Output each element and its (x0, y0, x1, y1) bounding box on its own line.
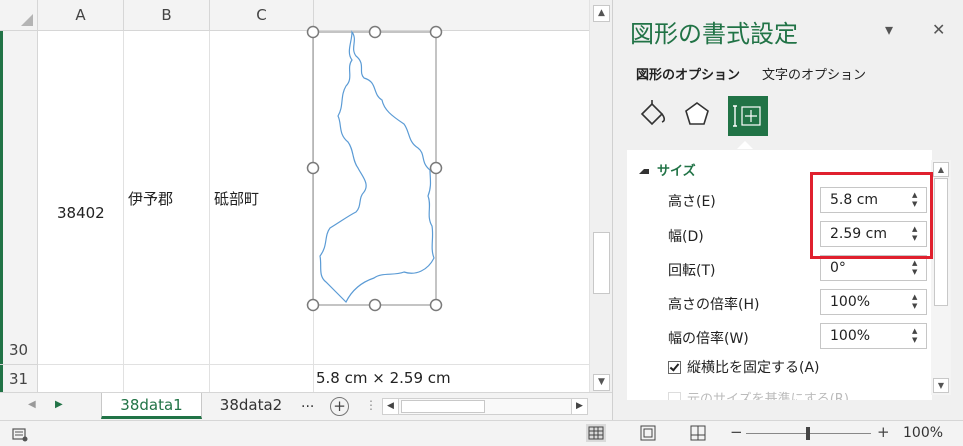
sheet-vertical-scrollbar[interactable]: ▲ ▼ (589, 0, 612, 392)
collapse-triangle-icon (639, 169, 649, 174)
size-properties-icon[interactable] (728, 96, 768, 136)
resize-handle[interactable] (429, 161, 443, 175)
page-layout-view-icon[interactable] (638, 424, 658, 442)
effects-pentagon-icon[interactable] (677, 96, 717, 136)
page-break-view-icon[interactable] (688, 424, 708, 442)
cell-code[interactable]: 38402 (57, 204, 105, 222)
tab-split-handle[interactable]: ⋮ (365, 398, 377, 412)
row-header-31[interactable]: 31 (0, 370, 38, 388)
macro-record-icon[interactable] (12, 426, 28, 442)
select-all-corner[interactable] (0, 0, 38, 31)
pane-title: 図形の書式設定 (630, 20, 798, 48)
zoom-level[interactable]: 100% (903, 425, 943, 441)
scroll-up-icon[interactable]: ▲ (593, 5, 610, 22)
sheet-tab-38data2[interactable]: 38data2 (202, 393, 300, 419)
pane-scroll-up-icon[interactable]: ▲ (933, 162, 949, 177)
resize-handle[interactable] (306, 25, 320, 39)
rotation-value[interactable]: 0° (830, 260, 846, 276)
width-scale-spinner[interactable]: 100% ▲ ▼ (820, 323, 927, 349)
spin-arrows-icon[interactable]: ▲ ▼ (912, 293, 920, 311)
scroll-left-icon[interactable]: ◀ (383, 399, 399, 414)
resize-handle[interactable] (429, 298, 443, 312)
map-outline (319, 30, 435, 304)
zoom-in-button[interactable]: + (877, 423, 890, 441)
checkbox-checked-icon[interactable] (668, 361, 681, 374)
scroll-down-icon[interactable]: ▼ (593, 374, 610, 391)
scroll-thumb[interactable] (593, 232, 610, 294)
highlight-annotation-box (810, 172, 933, 259)
section-size-header[interactable]: サイズ (639, 160, 696, 179)
resize-handle[interactable] (368, 25, 382, 39)
tab-text-options[interactable]: 文字のオプション (762, 64, 866, 83)
sheet-tab-38data1[interactable]: 38data1 (101, 393, 202, 419)
pane-scroll-down-icon[interactable]: ▼ (933, 378, 949, 393)
rotation-label: 回転(T) (668, 263, 716, 279)
resize-handle[interactable] (306, 298, 320, 312)
sheet-horizontal-scrollbar[interactable]: ◀ ▶ (382, 398, 588, 415)
lock-aspect-ratio-checkbox[interactable]: 縦横比を固定する(A) (668, 357, 820, 377)
cell-district[interactable]: 伊予郡 (128, 188, 173, 209)
tab-prev-icon[interactable]: ◀ (28, 399, 36, 410)
column-header-a[interactable]: A (38, 0, 124, 31)
excel-window: A B C 30 31 38402 伊予郡 砥部町 5.8 cm × 2.59 … (0, 0, 963, 446)
pane-close-icon[interactable]: ✕ (932, 20, 945, 39)
resize-handle[interactable] (306, 161, 320, 175)
zoom-out-button[interactable]: − (730, 423, 743, 441)
pane-scroll-thumb[interactable] (934, 178, 948, 306)
column-header-b[interactable]: B (124, 0, 210, 31)
spin-arrows-icon[interactable]: ▲ ▼ (912, 259, 920, 277)
height-scale-spinner[interactable]: 100% ▲ ▼ (820, 289, 927, 315)
tab-next-icon[interactable]: ▶ (55, 399, 63, 410)
tab-shape-options[interactable]: 図形のオプション (636, 64, 740, 83)
more-tabs-button[interactable]: ... (301, 395, 314, 411)
scroll-right-icon[interactable]: ▶ (571, 399, 587, 414)
relative-original-size-option[interactable]: 元のサイズを基準にする(R) (668, 388, 849, 400)
resize-handle[interactable] (429, 25, 443, 39)
width-scale-label: 幅の倍率(W) (668, 331, 749, 347)
worksheet: A B C 30 31 38402 伊予郡 砥部町 5.8 cm × 2.59 … (0, 0, 612, 420)
cell-town[interactable]: 砥部町 (214, 188, 259, 209)
spin-arrows-icon[interactable]: ▲ ▼ (912, 327, 920, 345)
height-scale-value[interactable]: 100% (830, 294, 870, 310)
pane-vertical-scrollbar[interactable]: ▲ ▼ (931, 160, 951, 395)
height-scale-label: 高さの倍率(H) (668, 297, 760, 313)
zoom-slider-thumb[interactable] (806, 427, 810, 440)
hscroll-thumb[interactable] (401, 400, 485, 413)
height-label: 高さ(E) (668, 194, 716, 210)
column-header-c[interactable]: C (210, 0, 314, 31)
add-sheet-button[interactable]: + (330, 397, 349, 416)
width-scale-value[interactable]: 100% (830, 328, 870, 344)
map-shape-tobe[interactable] (300, 20, 450, 320)
row-header-30[interactable]: 30 (0, 341, 38, 359)
resize-handle[interactable] (368, 298, 382, 312)
shape-size-tooltip: 5.8 cm × 2.59 cm (316, 369, 451, 387)
status-bar: − + 100% (0, 420, 963, 446)
sheet-tab-bar: ◀ ▶ 38data1 38data2 ... + ⋮ ◀ ▶ (0, 392, 612, 420)
row-header-column (0, 0, 38, 392)
fill-line-icon[interactable] (632, 96, 672, 136)
checkbox-disabled-icon (668, 392, 681, 400)
width-label: 幅(D) (668, 229, 704, 245)
normal-view-icon[interactable] (586, 424, 606, 442)
pane-menu-icon[interactable]: ▾ (885, 20, 893, 39)
